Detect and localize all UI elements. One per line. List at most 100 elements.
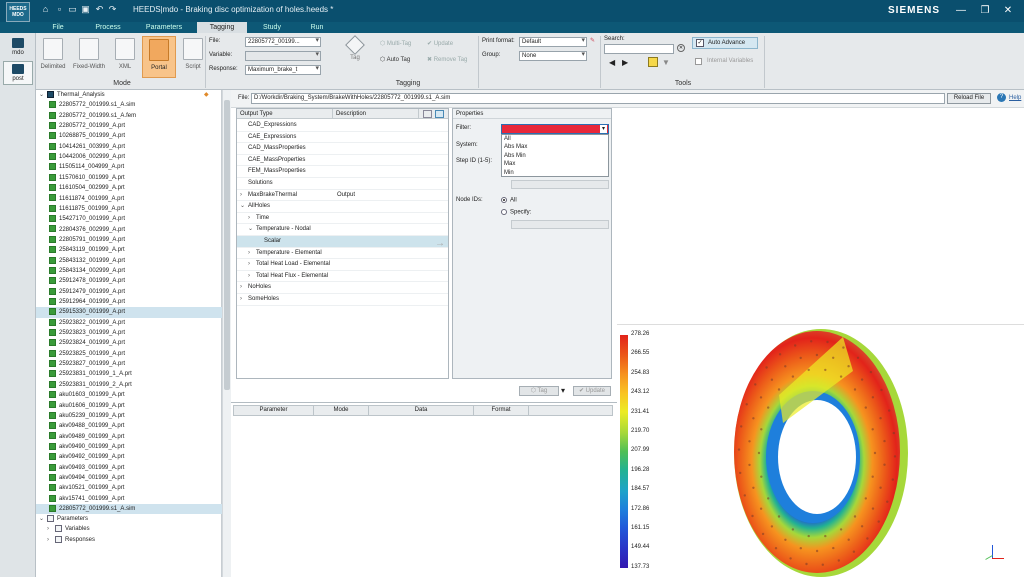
minimize-button[interactable]: — — [951, 4, 971, 18]
filter-option[interactable]: Abs Min — [504, 152, 526, 161]
output-row[interactable]: › Total Heat Load - Elemental — [237, 259, 448, 271]
redo-icon[interactable]: ↷ — [107, 4, 118, 15]
output-row[interactable]: ⌄ AllHoles — [237, 201, 448, 213]
filter-option[interactable]: Max — [504, 160, 515, 169]
portal-button[interactable]: Portal — [142, 36, 176, 78]
radio-specify[interactable]: Specify: — [501, 209, 531, 216]
format-tools-icon[interactable]: ✎ — [590, 37, 595, 44]
print-format-select[interactable]: Default — [519, 37, 587, 47]
tag-button[interactable]: Tag — [340, 35, 370, 61]
auto-tag-button[interactable]: ⬡ Auto Tag — [380, 56, 410, 63]
output-row[interactable]: › Temperature - Elemental — [237, 248, 448, 260]
node-ids-input[interactable] — [511, 220, 609, 229]
tab-parameters[interactable]: Parameters — [142, 22, 186, 33]
next-icon[interactable]: ▶ — [622, 58, 628, 67]
tree-item[interactable]: 11610504_002999_A.prt — [36, 183, 222, 193]
tree-item[interactable]: 25843119_001999_A.prt — [36, 245, 222, 255]
close-button[interactable]: ✕ — [998, 4, 1018, 18]
output-type-header[interactable]: Output Type — [237, 109, 333, 119]
description-header[interactable]: Description — [333, 109, 419, 119]
mode-column-header[interactable]: Mode — [314, 406, 369, 415]
data-column-header[interactable]: Data — [369, 406, 474, 415]
tree-item[interactable]: 25923825_001999_A.prt — [36, 349, 222, 359]
tree-item[interactable]: 22805772_001999.s1_A.fem — [36, 111, 222, 121]
output-row[interactable]: › Time — [237, 213, 448, 225]
tree-item[interactable]: akv09492_001999_A.prt — [36, 452, 222, 462]
tree-item[interactable]: akv09493_001999_A.prt — [36, 463, 222, 473]
tree-item[interactable]: 25923824_001999_A.prt — [36, 338, 222, 348]
tree-item[interactable]: 25923823_001999_A.prt — [36, 328, 222, 338]
tree-item[interactable]: 22804376_002999_A.prt — [36, 225, 222, 235]
output-row[interactable]: › MaxBrakeThermal Output — [237, 190, 448, 202]
remove-tag-button[interactable]: ✖ Remove Tag — [427, 56, 467, 63]
tree-item[interactable]: 25923822_001999_A.prt — [36, 318, 222, 328]
file-path-input[interactable]: D:/Workdir/Braking_System/BrakeWithHoles… — [251, 93, 945, 104]
output-row[interactable]: › Total Heat Flux - Elemental — [237, 271, 448, 283]
tree-item[interactable]: akv09488_001999_A.prt — [36, 421, 222, 431]
expand-icon[interactable]: › — [240, 294, 248, 305]
help-link[interactable]: Help — [1009, 95, 1021, 101]
expand-icon[interactable]: ⌄ — [240, 201, 248, 212]
variable-select[interactable] — [245, 51, 321, 61]
tab-run[interactable]: Run — [299, 22, 335, 33]
list-filter-icon[interactable] — [648, 57, 658, 67]
tree-scrollbar[interactable] — [222, 90, 231, 577]
tree-item[interactable]: 10268875_001999_A.prt — [36, 131, 222, 141]
xml-button[interactable]: XML — [108, 36, 142, 78]
tree-item[interactable]: 25915330_001999_A.prt — [36, 307, 222, 318]
response-select[interactable]: Maximum_brake_t — [245, 65, 321, 75]
new-icon[interactable]: ▫ — [54, 4, 65, 15]
tab-tagging[interactable]: Tagging — [197, 22, 247, 33]
funnel-icon[interactable]: ▼ — [662, 58, 670, 67]
columns-icon[interactable] — [423, 110, 432, 118]
tree-item[interactable]: 25923827_001999_A.prt — [36, 359, 222, 369]
open-icon[interactable]: ▭ — [67, 4, 78, 15]
file-select[interactable]: 22805772_00199... — [245, 37, 321, 47]
output-row[interactable]: CAD_MassProperties — [237, 143, 448, 155]
tree-item[interactable]: 25843134_002999_A.prt — [36, 266, 222, 276]
expand-icon[interactable]: › — [240, 190, 248, 201]
output-row[interactable]: ⌄ Temperature - Nodal — [237, 224, 448, 236]
tree-item[interactable]: 25912479_001999_A.prt — [36, 287, 222, 297]
reload-file-button[interactable]: Reload File — [947, 93, 991, 104]
tree-variables[interactable]: › Variables — [36, 524, 222, 534]
output-row[interactable]: CAD_Expressions — [237, 120, 448, 132]
tab-file[interactable]: File — [38, 22, 78, 33]
post-button[interactable]: post — [3, 61, 33, 85]
tree-item[interactable]: 10442006_002999_A.prt — [36, 152, 222, 162]
output-row[interactable]: FEM_MassProperties — [237, 166, 448, 178]
tree-item[interactable]: 22805791_001999_A.prt — [36, 235, 222, 245]
tab-process[interactable]: Process — [88, 22, 128, 33]
tree-item[interactable]: 10414261_003999_A.prt — [36, 142, 222, 152]
undo-icon[interactable]: ↶ — [94, 4, 105, 15]
auto-advance-checkbox[interactable]: ✓ — [696, 39, 704, 47]
auto-advance-toggle[interactable]: ✓ Auto Advance — [692, 37, 758, 49]
tree-item[interactable]: 11611875_001999_A.prt — [36, 204, 222, 214]
list-view-icon[interactable] — [435, 110, 444, 118]
tree-parameters[interactable]: ⌄ Parameters — [36, 514, 222, 524]
tree-item[interactable]: akv15741_001999_A.prt — [36, 494, 222, 504]
tag-panel-button[interactable]: ⬡ Tag — [519, 386, 559, 396]
parameter-column-header[interactable]: Parameter — [234, 406, 314, 415]
output-row[interactable]: CAE_MassProperties — [237, 155, 448, 167]
output-row[interactable]: CAE_Expressions — [237, 132, 448, 144]
tree-item[interactable]: 25843132_001999_A.prt — [36, 256, 222, 266]
filter-select[interactable]: ▾ — [501, 124, 609, 134]
format-column-header[interactable]: Format — [474, 406, 529, 415]
tab-study[interactable]: Study — [252, 22, 292, 33]
expand-icon[interactable]: › — [248, 248, 256, 259]
filter-option[interactable]: Abs Max — [504, 143, 527, 152]
tree-item[interactable]: akv10521_001999_A.prt — [36, 483, 222, 493]
tree-item[interactable]: 22805772_001999.s1_A.sim — [36, 100, 222, 110]
expand-icon[interactable]: › — [248, 271, 256, 282]
tree-item[interactable]: 25912478_001999_A.prt — [36, 276, 222, 286]
tree-responses[interactable]: › Responses — [36, 535, 222, 545]
previous-icon[interactable]: ◀ — [609, 58, 615, 67]
output-row[interactable]: Scalar — [237, 236, 448, 248]
filter-option[interactable]: Min — [504, 169, 514, 178]
tree-item[interactable]: 22805772_001999.s1_A.sim — [36, 504, 222, 515]
mdo-button[interactable]: mdo — [3, 36, 33, 60]
tree-item[interactable]: 11505114_004999_A.prt — [36, 162, 222, 172]
tree-item[interactable]: akv09490_001999_A.prt — [36, 442, 222, 452]
group-select[interactable]: None — [519, 51, 587, 61]
